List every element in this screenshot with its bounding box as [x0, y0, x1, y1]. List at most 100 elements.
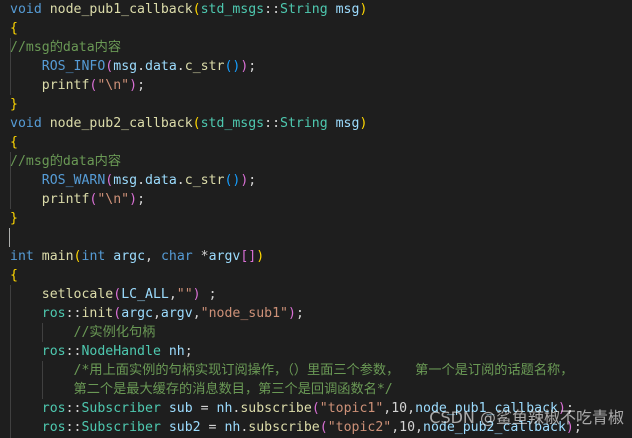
code-token: ; — [295, 306, 304, 321]
code-line[interactable]: //实例化句柄 — [10, 323, 582, 342]
code-token: LC_ALL — [121, 287, 169, 302]
code-editor[interactable]: void node_pub1_callback(std_msgs::String… — [0, 0, 632, 438]
code-token: node_pub1_callback — [49, 2, 193, 17]
code-token: ) — [256, 249, 265, 264]
code-token: sub2 — [168, 420, 201, 435]
code-token: ros — [41, 420, 66, 435]
code-token: std_msgs — [200, 2, 265, 17]
code-token: "\n" — [97, 192, 130, 207]
code-token: data — [145, 173, 177, 188]
code-token: c_str — [184, 173, 225, 188]
code-token: ros — [41, 306, 66, 321]
code-token: setlocale — [41, 287, 114, 302]
code-line[interactable]: } — [10, 95, 582, 114]
code-token: } — [10, 211, 18, 226]
code-token: subscribe — [248, 420, 320, 435]
code-line[interactable]: void node_pub2_callback(std_msgs::String… — [10, 114, 582, 133]
code-token: ; — [137, 78, 146, 93]
code-token: argc — [113, 249, 146, 264]
code-token: nh — [168, 344, 185, 359]
code-token: "topic1" — [319, 401, 384, 416]
code-token: :: — [65, 344, 82, 359]
code-token: /*用上面实例的句柄实现订阅操作，（）里面三个参数， 第一个是订阅的话题名称， — [73, 363, 574, 378]
code-line[interactable]: ROS_WARN(msg.data.c_str()); — [10, 171, 582, 190]
code-token: init — [81, 306, 114, 321]
code-line[interactable]: ​ — [9, 228, 582, 247]
code-token: nh — [224, 420, 241, 435]
code-token: subscribe — [240, 401, 312, 416]
code-token: sub — [168, 401, 193, 416]
code-token: printf — [41, 192, 90, 207]
code-token: msg — [335, 116, 360, 131]
code-token: :: — [65, 401, 82, 416]
code-token: :: — [65, 420, 82, 435]
code-token: , — [152, 306, 161, 321]
code-token: int — [10, 249, 34, 264]
code-line[interactable]: ros::init(argc,argv,"node_sub1"); — [10, 304, 582, 323]
code-token: . — [176, 59, 185, 74]
code-token: ; — [137, 192, 146, 207]
code-line[interactable]: int main(int argc, char *argv[]) — [10, 247, 582, 266]
code-token: } — [10, 97, 18, 112]
code-token: , — [145, 249, 161, 264]
code-line[interactable]: setlocale(LC_ALL,"") ; — [10, 285, 582, 304]
code-token: node_pub2_callback — [49, 116, 193, 131]
code-token: msg — [113, 173, 138, 188]
code-token: ) — [129, 78, 138, 93]
code-token: ( — [113, 287, 122, 302]
code-token: ( — [319, 420, 328, 435]
code-token: . — [137, 173, 146, 188]
code-token: ; — [248, 59, 257, 74]
code-token: ; — [248, 173, 257, 188]
code-token: argc — [121, 306, 153, 321]
code-token: ( — [113, 306, 122, 321]
code-token: main — [41, 249, 74, 264]
code-line[interactable]: { — [10, 19, 582, 38]
code-token: "node_sub1" — [200, 306, 288, 321]
code-line[interactable]: void node_pub1_callback(std_msgs::String… — [10, 0, 582, 19]
code-token: ) — [129, 192, 138, 207]
code-token: //msg的data内容 — [10, 40, 122, 55]
code-token: :: — [65, 306, 82, 321]
code-token: //实例化句柄 — [73, 325, 156, 340]
code-token: argv — [160, 306, 193, 321]
code-token: () — [224, 59, 241, 74]
code-line[interactable]: printf("\n"); — [10, 190, 582, 209]
code-line[interactable]: /*用上面实例的句柄实现订阅操作，（）里面三个参数， 第一个是订阅的话题名称， — [10, 361, 582, 380]
code-line[interactable]: 第二个是最大缓存的消息数目，第三个是回调函数名*/ — [10, 380, 582, 399]
code-token: ( — [73, 249, 82, 264]
code-token: void — [10, 2, 42, 17]
code-line[interactable]: { — [10, 266, 582, 285]
code-token: () — [224, 173, 241, 188]
code-line[interactable]: ros::NodeHandle nh; — [10, 342, 582, 361]
code-line[interactable]: } — [10, 209, 582, 228]
code-token: "topic2" — [327, 420, 392, 435]
code-text[interactable]: void node_pub1_callback(std_msgs::String… — [9, 0, 582, 437]
code-line[interactable]: { — [10, 133, 582, 152]
code-token: { — [10, 135, 18, 150]
code-token: msg — [113, 59, 138, 74]
code-token: printf — [41, 78, 90, 93]
code-line[interactable]: //msg的data内容 — [10, 38, 582, 57]
code-token: ) — [359, 2, 368, 17]
code-token: [] — [240, 249, 257, 264]
code-line[interactable]: //msg的data内容 — [10, 152, 582, 171]
code-token: . — [176, 173, 185, 188]
code-token: , — [168, 287, 177, 302]
code-line[interactable]: ROS_INFO(msg.data.c_str()); — [10, 57, 582, 76]
code-line[interactable]: printf("\n"); — [10, 76, 582, 95]
code-token: ( — [311, 401, 320, 416]
